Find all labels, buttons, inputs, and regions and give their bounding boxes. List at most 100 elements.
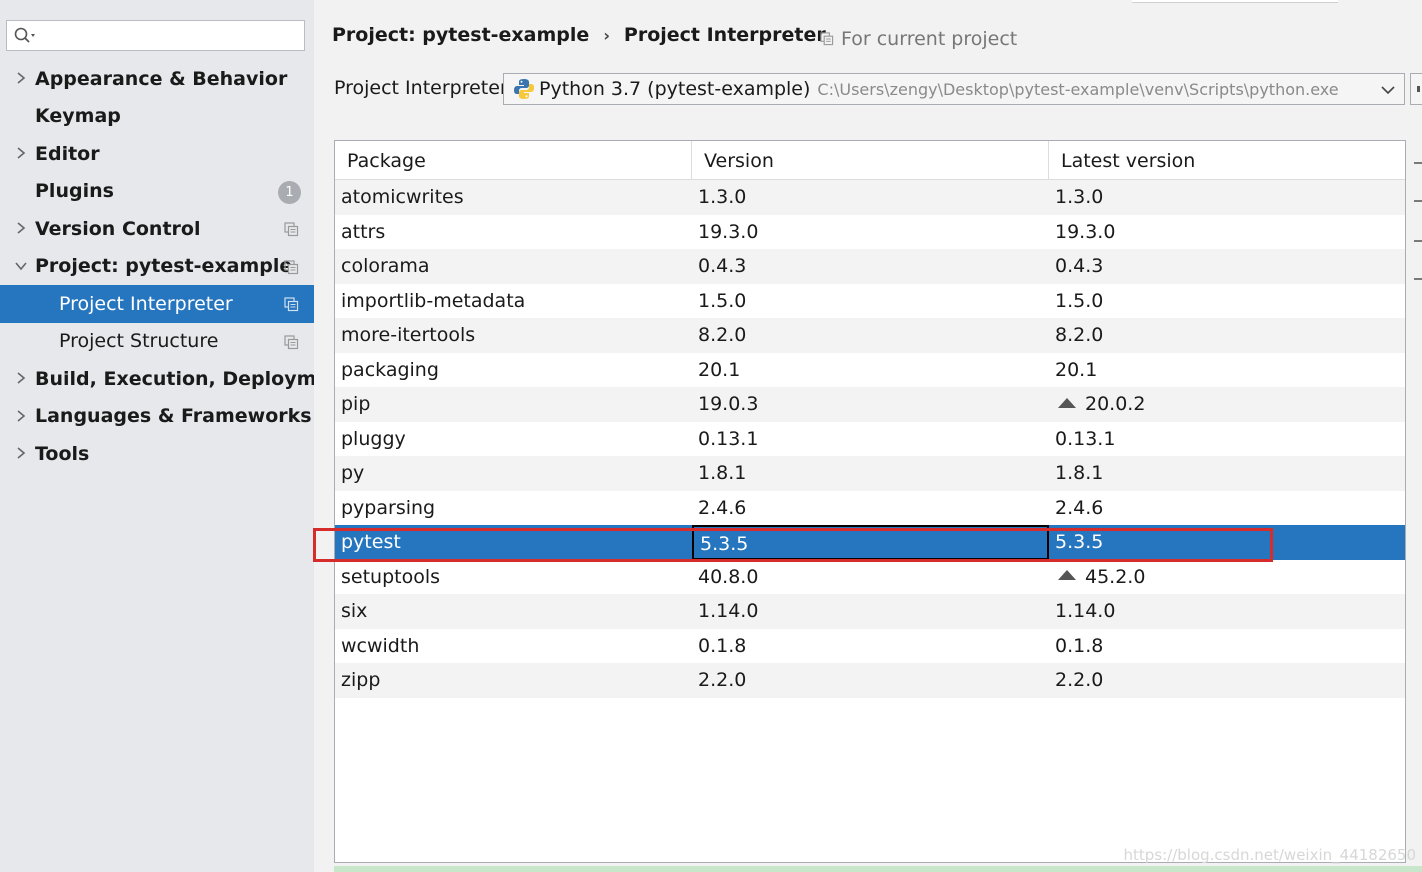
upgrade-package-icon[interactable] bbox=[1414, 240, 1422, 242]
settings-tree: Appearance & Behavior Keymap Editor Plug… bbox=[0, 60, 352, 473]
interpreter-settings-button[interactable] bbox=[1410, 73, 1422, 105]
sidebar-item-tools[interactable]: Tools bbox=[0, 435, 314, 473]
plugins-update-badge: 1 bbox=[278, 180, 301, 204]
table-header: Package Version Latest version bbox=[335, 141, 1405, 180]
table-row[interactable]: pluggy 0.13.1 0.13.1 bbox=[335, 421, 1405, 456]
package-name-cell: pytest bbox=[341, 531, 401, 553]
table-row[interactable]: six 1.14.0 1.14.0 bbox=[335, 594, 1405, 629]
upgrade-available-icon bbox=[1058, 570, 1076, 580]
column-header-latest-version[interactable]: Latest version bbox=[1049, 141, 1405, 180]
package-name-cell: atomicwrites bbox=[341, 186, 464, 208]
sidebar-item-keymap[interactable]: Keymap bbox=[0, 98, 314, 136]
latest-version-text: 1.3.0 bbox=[1055, 186, 1104, 208]
latest-version-text: 1.8.1 bbox=[1055, 462, 1104, 484]
sidebar-item-editor[interactable]: Editor bbox=[0, 135, 314, 173]
latest-version-text: 45.2.0 bbox=[1085, 565, 1146, 588]
chevron-right-icon[interactable] bbox=[14, 371, 28, 385]
table-row[interactable]: py 1.8.1 1.8.1 bbox=[335, 456, 1405, 491]
breadcrumb-parent[interactable]: Project: pytest-example bbox=[332, 24, 589, 46]
sidebar-item-appearance-behavior[interactable]: Appearance & Behavior bbox=[0, 60, 314, 98]
show-early-releases-icon[interactable] bbox=[1414, 278, 1422, 280]
sidebar-item-label: Plugins bbox=[35, 180, 114, 203]
latest-version-text: 19.3.0 bbox=[1055, 220, 1116, 243]
package-name-cell: packaging bbox=[341, 358, 439, 381]
table-row[interactable]: zipp 2.2.0 2.2.0 bbox=[335, 663, 1405, 698]
latest-version-cell: 0.1.8 bbox=[1049, 629, 1405, 664]
python-icon bbox=[514, 79, 534, 99]
chevron-down-icon[interactable] bbox=[14, 259, 28, 273]
latest-version-cell: 1.14.0 bbox=[1049, 594, 1405, 629]
version-cell: 2.4.6 bbox=[698, 496, 747, 519]
version-cell: 40.8.0 bbox=[698, 565, 759, 588]
latest-version-cell: 1.8.1 bbox=[1049, 456, 1405, 491]
status-bar bbox=[334, 866, 1422, 872]
packages-table: Package Version Latest version atomicwri… bbox=[334, 140, 1406, 863]
table-row[interactable]: atomicwrites 1.3.0 1.3.0 bbox=[335, 180, 1405, 215]
interpreter-path: C:\Users\zengy\Desktop\pytest-example\ve… bbox=[817, 79, 1339, 99]
version-cell: 1.14.0 bbox=[698, 600, 759, 622]
table-row[interactable]: colorama 0.4.3 0.4.3 bbox=[335, 249, 1405, 284]
breadcrumb-current: Project Interpreter bbox=[623, 24, 826, 46]
sidebar-item-label: Project: pytest-example bbox=[35, 255, 293, 278]
scope-label: For current project bbox=[841, 28, 1018, 50]
latest-version-text: 1.5.0 bbox=[1055, 289, 1104, 312]
table-row[interactable]: wcwidth 0.1.8 0.1.8 bbox=[335, 628, 1405, 664]
settings-search-input[interactable] bbox=[6, 20, 305, 51]
latest-version-cell: 45.2.0 bbox=[1049, 560, 1405, 595]
chevron-right-icon[interactable] bbox=[14, 446, 28, 460]
latest-version-cell: 1.3.0 bbox=[1049, 180, 1405, 215]
latest-version-cell: 1.5.0 bbox=[1049, 284, 1405, 319]
table-row[interactable]: attrs 19.3.0 19.3.0 bbox=[335, 214, 1405, 249]
sidebar-item-label: Build, Execution, Deployment bbox=[35, 367, 352, 390]
interpreter-dropdown[interactable]: Python 3.7 (pytest-example) C:\Users\zen… bbox=[503, 73, 1405, 105]
package-name-cell: importlib-metadata bbox=[341, 289, 526, 312]
latest-version-cell: 8.2.0 bbox=[1049, 318, 1405, 353]
sidebar-item-project-structure[interactable]: Project Structure bbox=[0, 323, 314, 361]
table-row[interactable]: pyparsing 2.4.6 2.4.6 bbox=[335, 490, 1405, 525]
version-cell: 20.1 bbox=[698, 358, 741, 381]
version-cell: 19.0.3 bbox=[698, 393, 759, 415]
remove-package-icon[interactable] bbox=[1414, 200, 1422, 202]
sidebar-item-label: Languages & Frameworks bbox=[35, 405, 312, 428]
chevron-down-icon[interactable] bbox=[1380, 82, 1396, 98]
version-cell: 2.2.0 bbox=[698, 669, 747, 691]
table-row[interactable]: setuptools 40.8.0 45.2.0 bbox=[335, 559, 1405, 595]
package-name-cell: pip bbox=[341, 393, 371, 415]
sidebar-item-build-execution-deployment[interactable]: Build, Execution, Deployment bbox=[0, 360, 352, 398]
sidebar-item-project[interactable]: Project: pytest-example bbox=[0, 248, 314, 286]
sidebar-item-label: Keymap bbox=[35, 105, 121, 128]
latest-version-text: 5.3.5 bbox=[1055, 531, 1104, 553]
table-row[interactable]: pytest 5.3.5 5.3.5 bbox=[335, 525, 1405, 560]
latest-version-text: 2.4.6 bbox=[1055, 496, 1104, 519]
version-cell: 0.4.3 bbox=[698, 255, 747, 277]
chevron-right-icon[interactable] bbox=[14, 221, 28, 235]
table-row[interactable]: pip 19.0.3 20.0.2 bbox=[335, 387, 1405, 422]
package-name-cell: more-itertools bbox=[341, 324, 476, 346]
add-package-icon[interactable] bbox=[1414, 162, 1422, 164]
latest-version-text: 0.1.8 bbox=[1055, 634, 1104, 657]
project-scope-icon bbox=[284, 334, 299, 349]
sidebar-item-project-interpreter[interactable]: Project Interpreter bbox=[0, 285, 314, 323]
package-name-cell: pyparsing bbox=[341, 496, 436, 519]
project-scope-icon bbox=[820, 32, 834, 46]
scope-indicator: For current project bbox=[820, 28, 1017, 50]
version-cell: 1.3.0 bbox=[698, 186, 747, 208]
sidebar-item-label: Appearance & Behavior bbox=[35, 67, 288, 90]
latest-version-text: 20.0.2 bbox=[1085, 393, 1146, 415]
chevron-right-icon[interactable] bbox=[14, 409, 28, 423]
table-row[interactable]: more-itertools 8.2.0 8.2.0 bbox=[335, 318, 1405, 353]
interpreter-label: Project Interpreter: bbox=[334, 77, 514, 99]
table-row[interactable]: packaging 20.1 20.1 bbox=[335, 352, 1405, 387]
column-header-version[interactable]: Version bbox=[692, 141, 1049, 180]
version-cell: 0.13.1 bbox=[698, 427, 759, 450]
watermark: https://blog.csdn.net/weixin_44182650 bbox=[1123, 846, 1416, 864]
version-cell: 5.3.5 bbox=[692, 525, 1049, 560]
sidebar-item-version-control[interactable]: Version Control bbox=[0, 210, 314, 248]
sidebar-item-plugins[interactable]: Plugins 1 bbox=[0, 173, 314, 211]
latest-version-cell: 2.2.0 bbox=[1049, 663, 1405, 698]
chevron-right-icon[interactable] bbox=[14, 71, 28, 85]
chevron-right-icon[interactable] bbox=[14, 146, 28, 160]
column-header-package[interactable]: Package bbox=[335, 141, 692, 180]
table-row[interactable]: importlib-metadata 1.5.0 1.5.0 bbox=[335, 283, 1405, 319]
sidebar-item-languages-frameworks[interactable]: Languages & Frameworks bbox=[0, 398, 314, 436]
